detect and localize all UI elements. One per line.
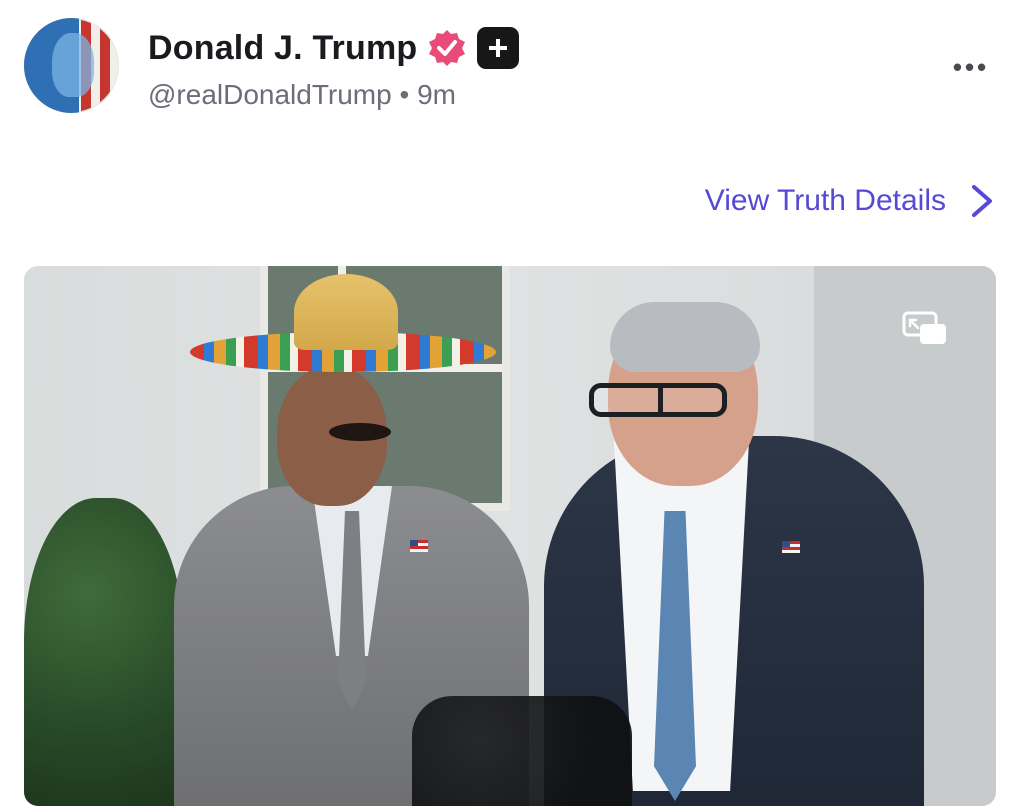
author-name[interactable]: Donald J. Trump [148, 29, 417, 68]
view-truth-details-link[interactable]: View Truth Details [705, 174, 1000, 228]
background-bush [24, 498, 184, 806]
post-header: Donald J. Trump @realDonaldTrump • 9m ••… [0, 0, 1024, 130]
glasses [589, 383, 727, 417]
sombrero-crown [294, 274, 398, 350]
person-right-hair [610, 302, 760, 372]
chevron-right-icon [972, 185, 992, 217]
handle[interactable]: @realDonaldTrump [148, 79, 392, 110]
avatar[interactable] [24, 18, 119, 113]
handle-and-time: @realDonaldTrump • 9m [148, 79, 456, 111]
post-age: 9m [417, 79, 456, 110]
microphones [412, 696, 632, 806]
separator-dot: • [399, 79, 410, 110]
flag-pin-right [782, 541, 800, 553]
view-truth-details-label: View Truth Details [704, 184, 946, 217]
flag-pin-left [410, 540, 428, 552]
mustache [329, 423, 391, 441]
author-row: Donald J. Trump [148, 26, 520, 70]
post-media[interactable] [24, 266, 996, 806]
picture-in-picture-icon[interactable] [902, 310, 948, 348]
verified-icon [429, 30, 466, 66]
avatar-face [52, 33, 94, 97]
more-options-button[interactable]: ••• [946, 52, 996, 82]
plus-badge-icon [477, 27, 520, 69]
